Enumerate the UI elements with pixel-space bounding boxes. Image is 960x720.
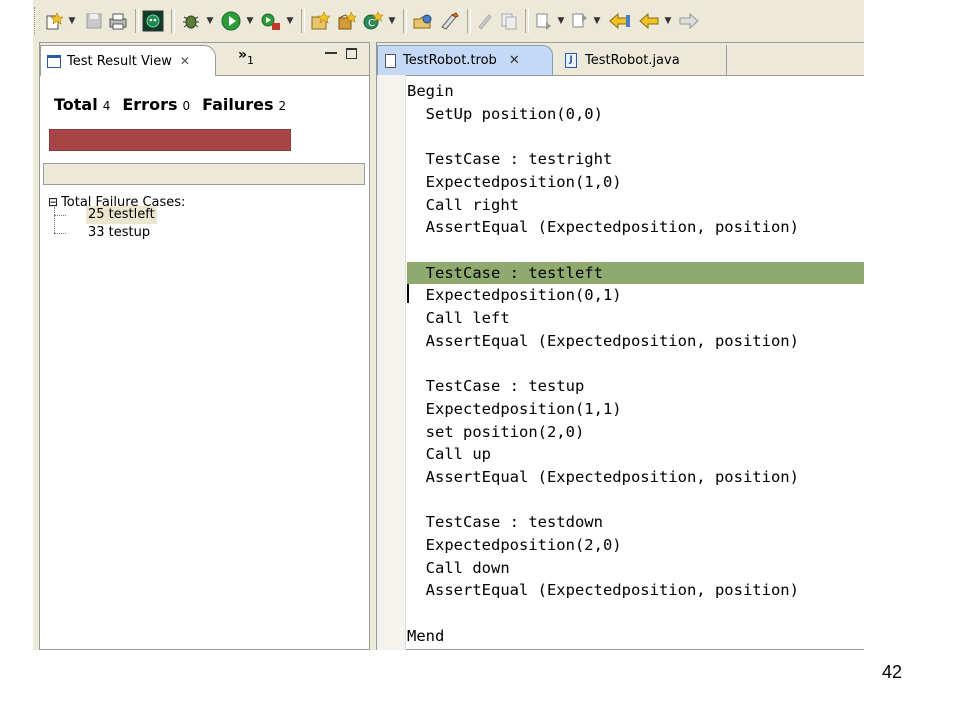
code-line[interactable]: Expectedposition(1,0) (407, 171, 864, 193)
new-class-icon[interactable]: C (361, 11, 385, 31)
code-line[interactable]: TestCase : testright (407, 148, 864, 170)
external-tools-dropdown-icon[interactable]: ▼ (285, 11, 295, 31)
tree-connector (54, 207, 56, 233)
new-dropdown-icon[interactable]: ▼ (67, 11, 77, 31)
new-wizard-icon[interactable] (43, 11, 65, 31)
code-line[interactable]: TestCase : testdown (407, 511, 864, 533)
page-number: 42 (882, 662, 903, 682)
code-line-highlighted[interactable]: TestCase : testleft (407, 261, 864, 284)
tab-test-result-view[interactable]: Test Result View ✕ (40, 45, 216, 76)
total-label: Total (54, 95, 98, 114)
run-icon[interactable] (219, 11, 243, 31)
tab-label: TestRobot.java (585, 52, 680, 68)
tree-item-testleft[interactable]: 25 testleft (86, 206, 157, 224)
code-line[interactable] (407, 602, 864, 624)
new-package-icon[interactable] (335, 11, 359, 31)
previous-annotation-icon[interactable] (569, 11, 591, 31)
debug-icon[interactable] (179, 11, 203, 31)
tab-label: TestRobot.trob (403, 53, 497, 68)
open-type-icon[interactable] (411, 11, 435, 31)
tree-item-label: 25 testleft (88, 207, 155, 222)
last-edit-icon[interactable] (607, 11, 633, 31)
test-progress-bar (49, 129, 291, 151)
editor-ruler[interactable] (377, 75, 406, 650)
toolbar-separator (403, 9, 407, 33)
toggle-mark-icon[interactable] (473, 11, 497, 31)
failure-trace-field[interactable] (43, 163, 365, 185)
close-icon[interactable]: ✕ (509, 53, 520, 68)
errors-value: 0 (182, 99, 191, 113)
tree-connector (54, 215, 66, 216)
code-line[interactable]: Call left (407, 307, 864, 329)
tree-item-testup[interactable]: 33 testup (88, 224, 150, 242)
new-java-project-icon[interactable] (309, 11, 333, 31)
print-icon[interactable] (107, 11, 129, 31)
tab-testrobot-java[interactable]: J TestRobot.java (557, 45, 727, 75)
code-line[interactable]: SetUp position(0,0) (407, 103, 864, 125)
code-line[interactable]: set position(2,0) (407, 421, 864, 443)
tree-item-label: 33 testup (88, 225, 151, 240)
errors-label: Errors (122, 95, 178, 114)
total-value: 4 (102, 99, 111, 113)
run-dropdown-icon[interactable]: ▼ (245, 11, 255, 31)
view-icon (47, 54, 61, 68)
test-summary: Total 4 Errors 0 Failures 2 (54, 95, 298, 114)
code-line[interactable]: Mend (407, 625, 864, 647)
main-toolbar: ▼ ▼ ▼ ▼ C ▼ ▼ ▼ ▼ (33, 0, 864, 40)
failures-value: 2 (278, 99, 287, 113)
minimize-icon[interactable] (325, 52, 337, 57)
maximize-icon[interactable] (346, 48, 357, 59)
search-icon[interactable] (437, 11, 461, 31)
test-result-view: Test Result View ✕ »1 Total 4 Errors 0 F… (39, 42, 370, 650)
code-line[interactable]: Call up (407, 443, 864, 465)
code-line[interactable] (407, 239, 864, 261)
code-line[interactable]: Expectedposition(1,1) (407, 398, 864, 420)
eclipse-window: ▼ ▼ ▼ ▼ C ▼ ▼ ▼ ▼ Test Result View ✕ »1 … (33, 0, 864, 650)
code-editor: TestRobot.trob ✕ J TestRobot.java Begin … (376, 42, 864, 650)
debug-dropdown-icon[interactable]: ▼ (205, 11, 215, 31)
toolbar-separator (525, 9, 529, 33)
next-annotation-dropdown-icon[interactable]: ▼ (556, 11, 566, 31)
code-line[interactable]: Begin (407, 80, 864, 102)
toolbar-separator (467, 9, 471, 33)
tree-connector (54, 233, 66, 234)
view-overflow-icon[interactable]: »1 (238, 47, 254, 67)
compare-icon[interactable] (497, 11, 521, 31)
code-line[interactable] (407, 352, 864, 374)
close-icon[interactable]: ✕ (180, 54, 190, 68)
code-line[interactable]: AssertEqual (Expectedposition, position) (407, 579, 864, 601)
java-file-icon: J (565, 52, 577, 68)
test-result-view-tabbar: Test Result View ✕ »1 (40, 43, 369, 76)
previous-annotation-dropdown-icon[interactable]: ▼ (592, 11, 602, 31)
tab-testrobot-trob[interactable]: TestRobot.trob ✕ (377, 45, 553, 75)
code-line[interactable]: Call right (407, 194, 864, 216)
tab-label: Test Result View (67, 53, 172, 69)
code-line[interactable]: AssertEqual (Expectedposition, position) (407, 216, 864, 238)
svg-text:C: C (368, 18, 375, 29)
external-tools-icon[interactable] (259, 11, 283, 31)
toolbar-grip[interactable] (34, 7, 38, 35)
code-line[interactable] (407, 489, 864, 511)
code-line[interactable]: Call down (407, 557, 864, 579)
code-line[interactable]: AssertEqual (Expectedposition, position) (407, 466, 864, 488)
new-class-dropdown-icon[interactable]: ▼ (387, 11, 397, 31)
toolbar-separator (171, 9, 175, 33)
code-line[interactable] (407, 125, 864, 147)
back-dropdown-icon[interactable]: ▼ (663, 11, 673, 31)
toolbar-separator (301, 9, 305, 33)
robot-icon[interactable] (141, 10, 165, 32)
next-annotation-icon[interactable] (533, 11, 555, 31)
code-line[interactable]: Expectedposition(0,1) (407, 284, 864, 306)
toolbar-separator (135, 9, 139, 33)
forward-icon[interactable] (677, 11, 701, 31)
save-icon[interactable] (83, 11, 105, 31)
failures-label: Failures (202, 95, 274, 114)
code-line[interactable]: TestCase : testup (407, 375, 864, 397)
back-icon[interactable] (637, 11, 661, 31)
code-line[interactable]: AssertEqual (Expectedposition, position) (407, 330, 864, 352)
file-icon (385, 53, 396, 68)
editor-tabbar: TestRobot.trob ✕ J TestRobot.java (377, 43, 864, 76)
code-line[interactable]: Expectedposition(2,0) (407, 534, 864, 556)
